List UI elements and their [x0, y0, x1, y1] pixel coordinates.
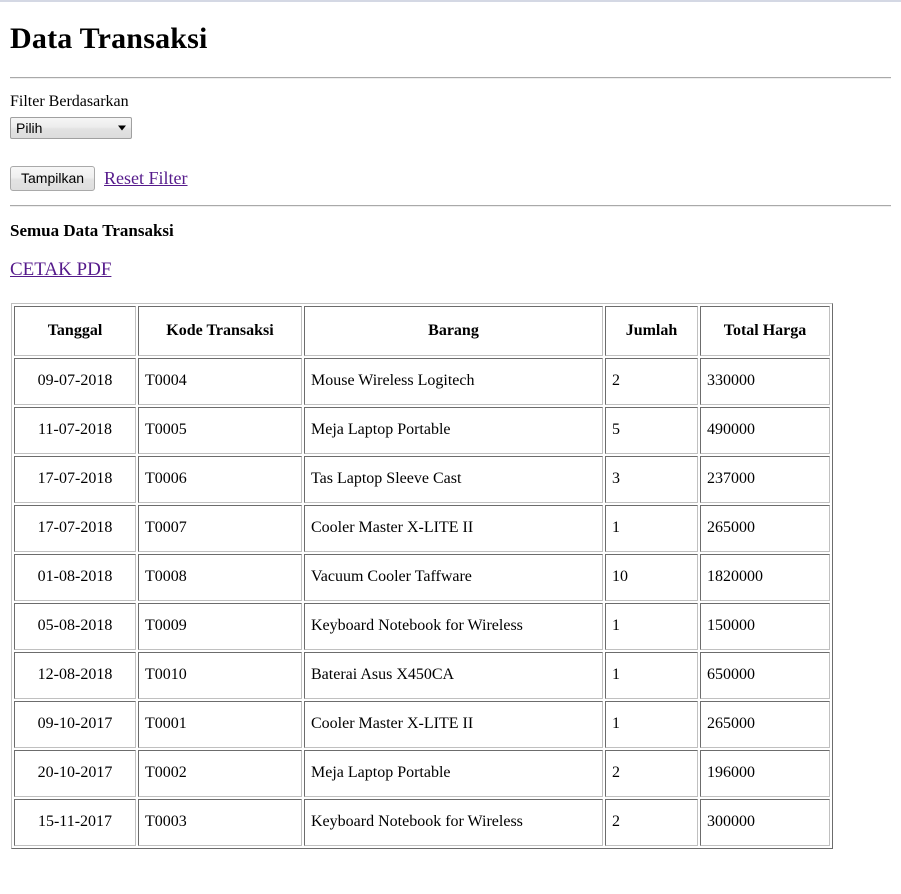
cell-barang: Cooler Master X-LITE II	[304, 504, 603, 552]
cell-tanggal: 17-07-2018	[14, 504, 136, 552]
column-header-total-harga: Total Harga	[700, 305, 830, 356]
transactions-table: Tanggal Kode Transaksi Barang Jumlah Tot…	[11, 302, 833, 849]
table-row: 12-08-2018 T0010 Baterai Asus X450CA 1 65000…	[14, 651, 830, 699]
cell-jumlah: 1	[605, 504, 698, 552]
table-row: 05-08-2018 T0009 Keyboard Notebook for Wir…	[14, 602, 830, 650]
table-body: 09-07-2018 T0004 Mouse Wireless Logitech 2 3…	[14, 357, 830, 846]
column-header-barang: Barang	[304, 305, 603, 356]
cell-barang: Vacuum Cooler Taffware	[304, 553, 603, 601]
table-head: Tanggal Kode Transaksi Barang Jumlah Tot…	[14, 305, 830, 356]
cell-total: 265000	[700, 700, 830, 748]
cell-barang: Cooler Master X-LITE II	[304, 700, 603, 748]
cell-total: 150000	[700, 602, 830, 650]
cell-kode: T0002	[138, 749, 302, 797]
cell-jumlah: 10	[605, 553, 698, 601]
cell-barang: Baterai Asus X450CA	[304, 651, 603, 699]
table-row: 09-10-2017 T0001 Cooler Master X-LITE II 1 2…	[14, 700, 830, 748]
cell-tanggal: 11-07-2018	[14, 406, 136, 454]
cell-total: 330000	[700, 357, 830, 405]
cell-kode: T0010	[138, 651, 302, 699]
cetak-pdf-link[interactable]: CETAK PDF	[10, 259, 111, 280]
cell-total: 196000	[700, 749, 830, 797]
page-title: Data Transaksi	[10, 22, 208, 55]
cell-barang: Keyboard Notebook for Wireless	[304, 798, 603, 846]
table-row: 15-11-2017 T0003 Keyboard Notebook for Wir…	[14, 798, 830, 846]
table-row: 01-08-2018 T0008 Vacuum Cooler Taffware 10 1…	[14, 553, 830, 601]
cell-tanggal: 01-08-2018	[14, 553, 136, 601]
cell-tanggal: 09-10-2017	[14, 700, 136, 748]
chevron-down-icon	[118, 125, 126, 131]
cell-barang: Mouse Wireless Logitech	[304, 357, 603, 405]
cell-tanggal: 15-11-2017	[14, 798, 136, 846]
cell-kode: T0004	[138, 357, 302, 405]
filter-select[interactable]: Pilih	[10, 116, 132, 139]
cell-jumlah: 2	[605, 357, 698, 405]
cell-barang: Meja Laptop Portable	[304, 406, 603, 454]
divider-section	[10, 205, 891, 208]
filter-section: Filter Berdasarkan Pilih Tampilkan Reset…	[10, 91, 891, 192]
show-button[interactable]: Tampilkan	[10, 165, 96, 192]
pdf-link-container: CETAK PDF	[10, 259, 891, 281]
cell-total: 490000	[700, 406, 830, 454]
cell-barang: Tas Laptop Sleeve Cast	[304, 455, 603, 503]
table-row: 11-07-2018 T0005 Meja Laptop Portable 5 4900…	[14, 406, 830, 454]
cell-tanggal: 20-10-2017	[14, 749, 136, 797]
filter-actions: Tampilkan Reset Filter	[10, 165, 891, 192]
table-row: 17-07-2018 T0007 Cooler Master X-LITE II 1 2…	[14, 504, 830, 552]
cell-total: 1820000	[700, 553, 830, 601]
cell-kode: T0007	[138, 504, 302, 552]
cell-kode: T0008	[138, 553, 302, 601]
table-row: 20-10-2017 T0002 Meja Laptop Portable 2 1960…	[14, 749, 830, 797]
page-container: Data Transaksi Filter Berdasarkan Pilih …	[0, 2, 901, 849]
cell-jumlah: 3	[605, 455, 698, 503]
cell-total: 650000	[700, 651, 830, 699]
section-heading: Semua Data Transaksi	[10, 221, 174, 241]
cell-jumlah: 2	[605, 749, 698, 797]
table-header-row: Tanggal Kode Transaksi Barang Jumlah Tot…	[14, 305, 830, 356]
cell-kode: T0001	[138, 700, 302, 748]
divider-top	[10, 77, 891, 79]
cell-total: 265000	[700, 504, 830, 552]
filter-select-value: Pilih	[16, 119, 43, 136]
cell-tanggal: 12-08-2018	[14, 651, 136, 699]
cell-jumlah: 1	[605, 602, 698, 650]
filter-label: Filter Berdasarkan	[10, 93, 129, 110]
table-row: 17-07-2018 T0006 Tas Laptop Sleeve Cast 3 23…	[14, 455, 830, 503]
cell-jumlah: 2	[605, 798, 698, 846]
cell-kode: T0006	[138, 455, 302, 503]
cell-tanggal: 17-07-2018	[14, 455, 136, 503]
column-header-tanggal: Tanggal	[14, 305, 136, 356]
cell-kode: T0003	[138, 798, 302, 846]
cell-total: 237000	[700, 455, 830, 503]
cell-barang: Meja Laptop Portable	[304, 749, 603, 797]
cell-tanggal: 09-07-2018	[14, 357, 136, 405]
cell-tanggal: 05-08-2018	[14, 602, 136, 650]
table-row: 09-07-2018 T0004 Mouse Wireless Logitech 2 3…	[14, 357, 830, 405]
cell-kode: T0009	[138, 602, 302, 650]
cell-total: 300000	[700, 798, 830, 846]
cell-jumlah: 1	[605, 700, 698, 748]
cell-jumlah: 1	[605, 651, 698, 699]
cell-jumlah: 5	[605, 406, 698, 454]
column-header-jumlah: Jumlah	[605, 305, 698, 356]
reset-filter-link[interactable]: Reset Filter	[104, 168, 188, 189]
column-header-kode-transaksi: Kode Transaksi	[138, 305, 302, 356]
cell-kode: T0005	[138, 406, 302, 454]
cell-barang: Keyboard Notebook for Wireless	[304, 602, 603, 650]
